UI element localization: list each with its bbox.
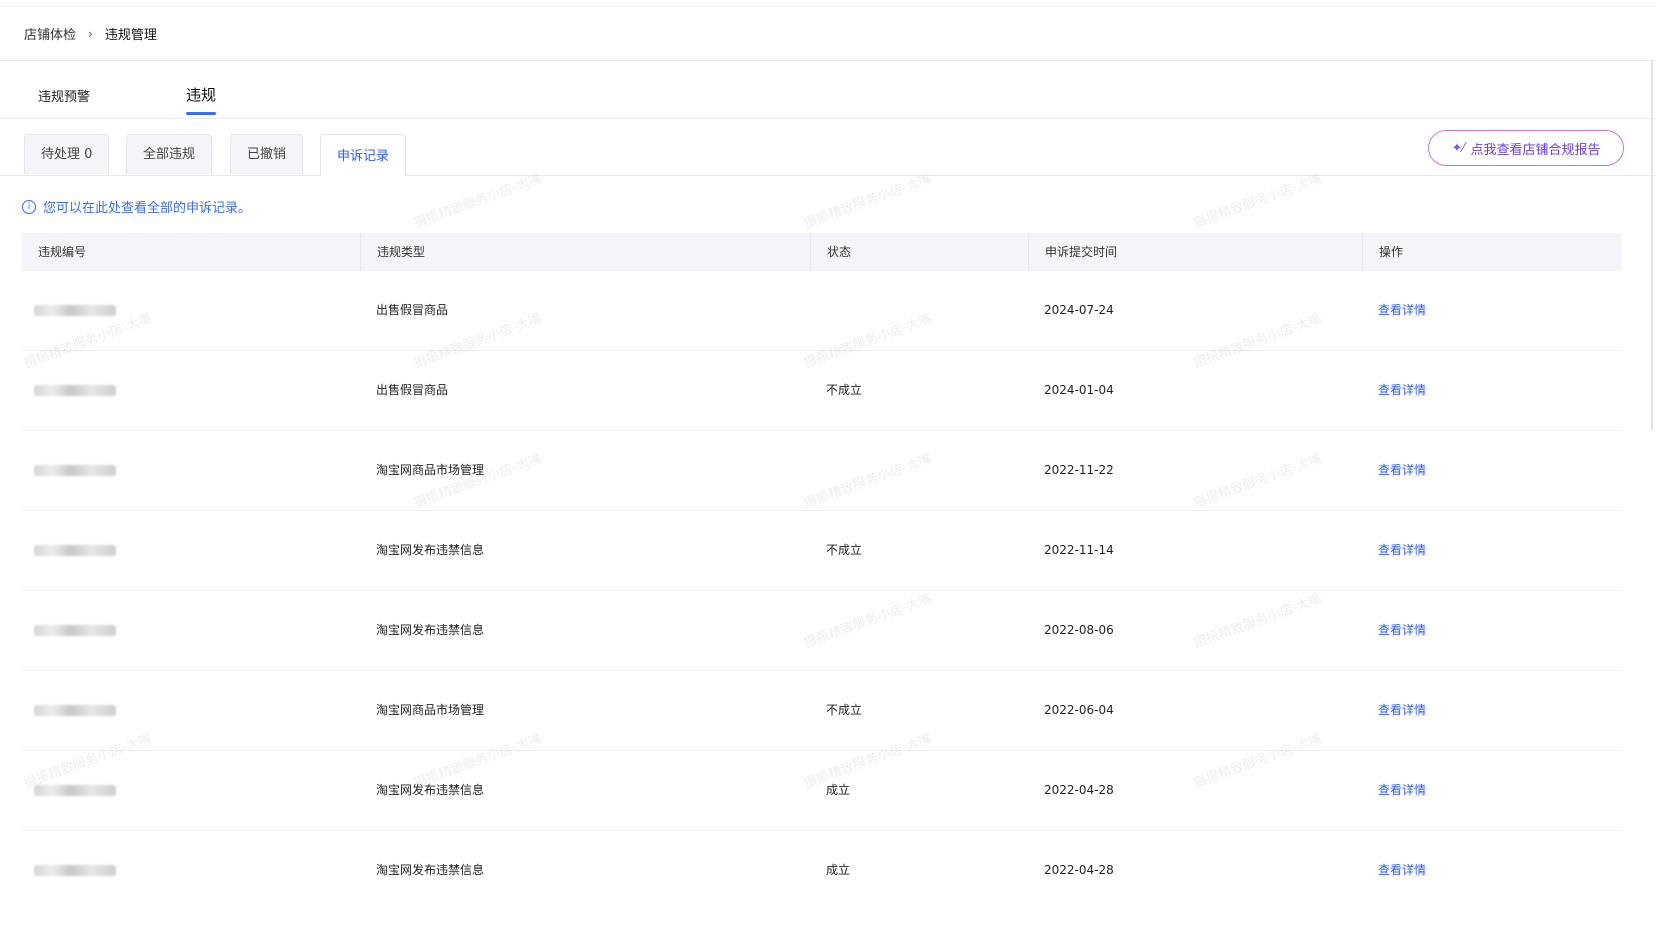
view-details-link[interactable]: 查看详情: [1362, 751, 1622, 830]
violation-id-blurred: [22, 431, 360, 510]
submit-time: 2024-07-24: [1044, 303, 1114, 317]
table-row: 出售假冒商品 2024-07-24 查看详情: [22, 271, 1622, 351]
violation-id-blurred: [22, 271, 360, 350]
violation-type: 淘宝网商品市场管理: [376, 463, 485, 477]
submit-time: 2022-11-14: [1044, 543, 1114, 557]
tab-violation[interactable]: 违规: [186, 84, 217, 115]
main-tabs: 违规预警 违规: [0, 76, 1655, 119]
header-action: 操作: [1362, 233, 1622, 271]
submit-time: 2022-04-28: [1044, 783, 1114, 797]
view-details-link[interactable]: 查看详情: [1362, 271, 1622, 350]
watermark: 摄振精致服务小店-大嘴: [412, 171, 544, 232]
table-row: 淘宝网商品市场管理 不成立 2022-06-04 查看详情: [22, 671, 1622, 751]
view-details-link[interactable]: 查看详情: [1362, 671, 1622, 750]
sub-tabs: 待处理 0 全部违规 已撤销 申诉记录: [0, 134, 1655, 176]
header-violation-type: 违规类型: [360, 233, 810, 271]
status: 不成立: [826, 703, 863, 717]
view-details-link[interactable]: 查看详情: [1362, 511, 1622, 590]
violation-id-blurred: [22, 351, 360, 430]
subtab-all-violations[interactable]: 全部违规: [126, 134, 213, 174]
redacted-id: [34, 385, 116, 396]
top-divider: [0, 6, 1655, 7]
redacted-id: [34, 785, 116, 796]
violation-id-blurred: [22, 831, 360, 880]
table-row: 淘宝网发布违禁信息 不成立 2022-11-14 查看详情: [22, 511, 1622, 591]
redacted-id: [34, 305, 116, 316]
view-details-link[interactable]: 查看详情: [1362, 591, 1622, 670]
violation-type: 淘宝网商品市场管理: [376, 703, 485, 717]
header-submit-time: 申诉提交时间: [1028, 233, 1362, 271]
table-row: 淘宝网发布违禁信息 成立 2022-04-28 查看详情: [22, 831, 1622, 880]
compliance-report-button[interactable]: ✦⁄ 点我查看店铺合规报告: [1428, 130, 1624, 166]
violation-id-blurred: [22, 591, 360, 670]
page-clip: 店铺体检 › 违规管理 违规预警 违规 待处理 0 全部违规 已撤销 申诉记录 …: [0, 0, 1671, 880]
redacted-id: [34, 705, 116, 716]
table-row: 淘宝网商品市场管理 2022-11-22 查看详情: [22, 431, 1622, 511]
watermark: 摄振精致服务小店-大嘴: [802, 171, 934, 232]
header-divider: [0, 60, 1655, 61]
status: [810, 591, 1028, 670]
watermark: 摄振精致服务小店-大嘴: [1192, 171, 1324, 232]
breadcrumb-item-violation-management: 违规管理: [104, 28, 157, 43]
table-header: 违规编号 违规类型 状态 申诉提交时间 操作: [22, 233, 1622, 271]
status: [810, 271, 1028, 350]
violation-type: 淘宝网发布违禁信息: [376, 863, 485, 877]
submit-time: 2024-01-04: [1044, 383, 1114, 397]
breadcrumb-item-store-check[interactable]: 店铺体检: [24, 24, 76, 43]
header-violation-id: 违规编号: [38, 245, 87, 259]
violation-type: 出售假冒商品: [376, 303, 449, 317]
status: [810, 431, 1028, 510]
breadcrumb: 店铺体检 › 违规管理: [24, 24, 157, 44]
scrollbar[interactable]: [1651, 60, 1653, 430]
redacted-id: [34, 545, 116, 556]
submit-time: 2022-06-04: [1044, 703, 1114, 717]
appeal-table: 违规编号 违规类型 状态 申诉提交时间 操作 出售假冒商品 2024-07-24…: [22, 233, 1622, 880]
header-status: 状态: [810, 233, 1028, 271]
redacted-id: [34, 625, 116, 636]
status: 不成立: [826, 383, 863, 397]
submit-time: 2022-04-28: [1044, 863, 1114, 877]
view-details-link[interactable]: 查看详情: [1362, 431, 1622, 510]
violation-id-blurred: [22, 671, 360, 750]
status: 不成立: [826, 543, 863, 557]
subtab-revoked[interactable]: 已撤销: [230, 134, 304, 174]
table-row: 淘宝网发布违禁信息 2022-08-06 查看详情: [22, 591, 1622, 671]
notice-text: 您可以在此处查看全部的申诉记录。: [43, 201, 252, 216]
status: 成立: [826, 783, 851, 797]
table-row: 出售假冒商品 不成立 2024-01-04 查看详情: [22, 351, 1622, 431]
tab-violation-warning[interactable]: 违规预警: [38, 86, 90, 115]
redacted-id: [34, 865, 116, 876]
violation-type: 淘宝网发布违禁信息: [376, 543, 485, 557]
violation-type: 出售假冒商品: [376, 383, 449, 397]
subtab-appeal-records[interactable]: 申诉记录: [320, 134, 407, 176]
violation-type: 淘宝网发布违禁信息: [376, 623, 485, 637]
subtab-pending[interactable]: 待处理 0: [24, 134, 110, 174]
compliance-report-label: 点我查看店铺合规报告: [1470, 142, 1601, 158]
info-icon: i: [22, 199, 36, 214]
violation-id-blurred: [22, 751, 360, 830]
chevron-right-icon: ›: [88, 26, 93, 41]
view-details-link[interactable]: 查看详情: [1362, 351, 1622, 430]
submit-time: 2022-08-06: [1044, 623, 1114, 637]
sparkle-icon: ✦⁄: [1451, 140, 1465, 156]
view-details-link[interactable]: 查看详情: [1362, 831, 1622, 880]
redacted-id: [34, 465, 116, 476]
status: 成立: [826, 863, 851, 877]
submit-time: 2022-11-22: [1044, 463, 1114, 477]
violation-type: 淘宝网发布违禁信息: [376, 783, 485, 797]
notice-bar: i 您可以在此处查看全部的申诉记录。: [22, 197, 251, 216]
table-row: 淘宝网发布违禁信息 成立 2022-04-28 查看详情: [22, 751, 1622, 831]
violation-id-blurred: [22, 511, 360, 590]
